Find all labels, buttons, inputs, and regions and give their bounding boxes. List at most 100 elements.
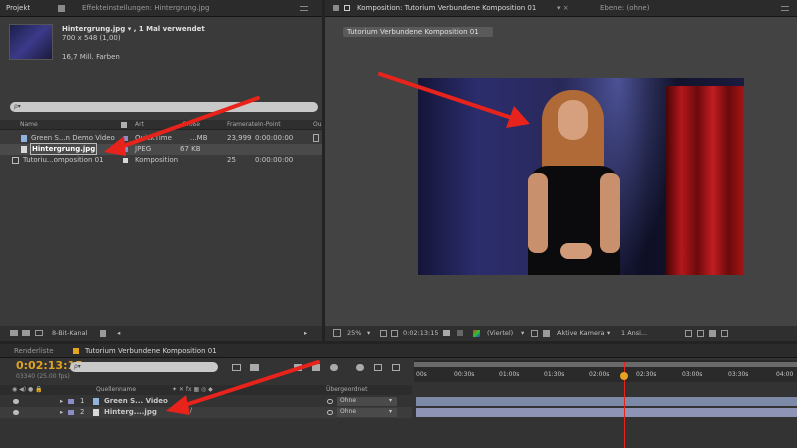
tab-komposition[interactable]: Komposition: Tutorium Verbundene Komposi…: [357, 0, 536, 16]
timeline-frames: 03340 (25.00 fps): [16, 373, 70, 380]
row-type: QuickTime: [135, 134, 172, 142]
quality-switch-icon[interactable]: /: [190, 406, 192, 416]
composition-panel: Komposition: Tutorium Verbundene Komposi…: [325, 0, 797, 341]
ruler-tick-label: 04:00: [776, 371, 794, 378]
ruler-tick-label: 03:00s: [682, 371, 703, 378]
views-select[interactable]: 1 Ansi...: [621, 328, 647, 338]
quicktime-file-icon: [93, 398, 99, 405]
comp-subtab[interactable]: Tutorium Verbundene Komposition 01: [343, 27, 493, 37]
visibility-eye-icon[interactable]: [13, 399, 19, 404]
col-uebergeordnet[interactable]: Übergeordnet: [326, 385, 367, 395]
stopwatch-icon[interactable]: [392, 364, 400, 371]
visibility-eye-icon[interactable]: [13, 410, 19, 415]
project-tabbar: Projekt Effekteinstellungen: Hintergrung…: [0, 0, 322, 17]
col-framerate[interactable]: Framerate: [227, 120, 258, 130]
frame-blending-icon[interactable]: [312, 364, 320, 371]
col-out[interactable]: Ou: [313, 120, 322, 130]
search-placeholder: ρ▾: [74, 363, 81, 370]
chevron-down-icon: ▾: [389, 397, 393, 404]
ruler-tick-label: 02:00s: [589, 371, 610, 378]
tab-renderliste[interactable]: Renderliste: [14, 343, 54, 359]
project-row[interactable]: Tutoriu...omposition 01 Komposition 25 0…: [0, 155, 322, 166]
resolution-select[interactable]: (Viertel): [487, 328, 513, 338]
bit-depth-label[interactable]: 8-Bit-Kanal: [52, 328, 87, 338]
region-of-interest-icon[interactable]: [531, 330, 538, 337]
expand-triangle-icon[interactable]: ▸: [60, 396, 63, 406]
parent-value: Ohne: [340, 397, 357, 404]
col-quellenname[interactable]: Quellenname: [96, 385, 136, 395]
expand-triangle-icon[interactable]: ▸: [60, 407, 63, 417]
camera-select[interactable]: Aktive Kamera: [557, 328, 605, 338]
mask-icon[interactable]: [391, 330, 398, 337]
tab-effekteinstellungen[interactable]: Effekteinstellungen: Hintergrung.jpg: [82, 0, 209, 16]
project-footer: 8-Bit-Kanal ◂ ▸: [0, 326, 322, 341]
zoom-dropdown-icon[interactable]: ▾: [367, 328, 370, 338]
col-name[interactable]: Name: [20, 120, 38, 130]
label-color-icon[interactable]: [68, 399, 74, 404]
new-folder-icon[interactable]: [22, 330, 30, 336]
flowchart-icon[interactable]: [721, 330, 728, 337]
motion-blur-icon[interactable]: [330, 364, 338, 371]
parent-select[interactable]: Ohne ▾: [337, 408, 397, 417]
playhead-handle-icon[interactable]: [620, 372, 628, 380]
lock-icon[interactable]: [333, 5, 339, 11]
fast-preview-icon[interactable]: [709, 330, 716, 337]
timeline-search-input[interactable]: ρ▾: [70, 362, 218, 372]
layer-switches-header: ✦ ✕ fx ▦ ◎ ◆: [172, 386, 213, 393]
row-name: Tutoriu...omposition 01: [23, 156, 104, 164]
layer-bar-1[interactable]: [416, 397, 797, 406]
ruler-tick-label: 00s: [416, 371, 427, 378]
tab-projekt[interactable]: Projekt: [6, 0, 30, 16]
reset-exposure-icon[interactable]: [697, 330, 704, 337]
scroll-left-icon[interactable]: ◂: [117, 328, 120, 338]
after-effects-window: Projekt Effekteinstellungen: Hintergrung…: [0, 0, 797, 448]
layer-row[interactable]: ▸ 1 Green S... Video Ohne ▾: [0, 396, 412, 407]
always-preview-icon[interactable]: [333, 329, 341, 337]
shy-icon[interactable]: [294, 364, 302, 371]
parent-pickwhip-icon[interactable]: [327, 410, 333, 415]
grid-icon[interactable]: [380, 330, 387, 337]
panel-menu-icon[interactable]: [781, 6, 789, 11]
toggle-pixel-icon[interactable]: [685, 330, 692, 337]
work-area-bar[interactable]: [414, 362, 797, 367]
composition-icon: [12, 157, 19, 164]
new-comp-icon[interactable]: [35, 330, 43, 336]
layer-row-selected[interactable]: ▸ 2 Hinterg....jpg / Ohne ▾: [0, 407, 412, 418]
scroll-right-icon[interactable]: ▸: [304, 328, 307, 338]
tab-dropdown-icon[interactable]: ▾ ×: [557, 0, 569, 16]
col-art[interactable]: Art: [135, 120, 144, 130]
zoom-select[interactable]: 25%: [347, 328, 361, 338]
row-fps: 25: [227, 156, 236, 164]
project-search-input[interactable]: ρ▾: [10, 102, 318, 112]
panel-close-icon[interactable]: [58, 5, 65, 12]
col-groesse[interactable]: Größe: [182, 120, 200, 130]
snapshot-camera-icon[interactable]: [443, 330, 450, 336]
camera-dropdown-icon[interactable]: ▾: [607, 328, 610, 338]
layer-bar-2[interactable]: [416, 408, 797, 417]
ruler-tick-label: 02:30s: [636, 371, 657, 378]
time-ruler[interactable]: 00s 00:30s 01:00s 01:30s 02:00s 02:30s 0…: [414, 360, 797, 382]
project-row-selected[interactable]: Hintergrung.jpg JPEG 67 KB: [0, 143, 322, 155]
tab-timeline-comp[interactable]: Tutorium Verbundene Komposition 01: [85, 343, 217, 359]
parent-pickwhip-icon[interactable]: [327, 399, 333, 404]
trash-icon[interactable]: [100, 330, 106, 337]
project-row[interactable]: Green S...n Demo Video QuickTime ...MB 2…: [0, 133, 322, 144]
brainstorm-icon[interactable]: [356, 364, 364, 371]
tab-ebene[interactable]: Ebene: (ohne): [600, 0, 649, 16]
panel-menu-icon[interactable]: [300, 6, 308, 11]
item-thumbnail: [9, 24, 53, 60]
project-panel: Projekt Effekteinstellungen: Hintergrung…: [0, 0, 322, 341]
comp-mini-flowchart-icon[interactable]: [232, 364, 241, 371]
channel-rgb-icon[interactable]: [473, 330, 480, 337]
resolution-dropdown-icon[interactable]: ▾: [521, 328, 524, 338]
transparency-grid-icon[interactable]: [543, 330, 550, 337]
current-time-display[interactable]: 0:02:13:15: [403, 328, 439, 338]
interpret-footage-icon[interactable]: [10, 330, 18, 336]
col-inpoint[interactable]: In-Point: [258, 120, 281, 130]
draft-3d-icon[interactable]: [250, 364, 259, 371]
label-color-icon[interactable]: [68, 410, 74, 415]
parent-select[interactable]: Ohne ▾: [337, 397, 397, 406]
show-snapshot-icon[interactable]: [457, 330, 463, 336]
parent-value: Ohne: [340, 408, 357, 415]
graph-editor-icon[interactable]: [374, 364, 382, 371]
